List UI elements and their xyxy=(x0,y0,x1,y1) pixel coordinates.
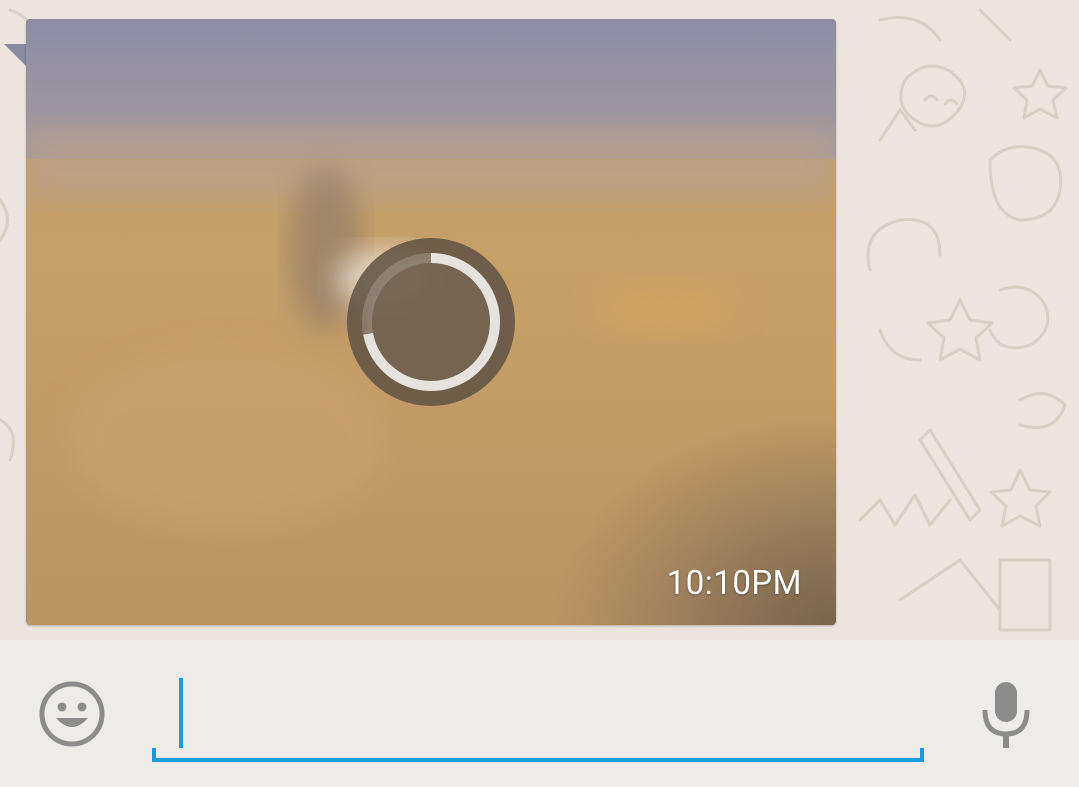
video-thumbnail[interactable]: 10:10PM xyxy=(26,19,836,625)
emoji-button[interactable] xyxy=(38,680,106,748)
message-timestamp: 10:10PM xyxy=(666,564,802,603)
bubble-tail xyxy=(4,44,26,66)
input-underline-right-tick xyxy=(920,748,924,762)
message-composer xyxy=(0,640,1079,787)
text-caret xyxy=(179,678,183,748)
download-progress-spinner[interactable] xyxy=(344,235,518,409)
microphone-icon xyxy=(982,682,1030,748)
input-underline-left-tick xyxy=(152,748,156,762)
voice-message-button[interactable] xyxy=(976,680,1036,752)
smiley-face-icon xyxy=(39,681,105,747)
message-input-field[interactable] xyxy=(152,670,924,762)
message-input[interactable] xyxy=(188,678,892,750)
input-underline xyxy=(152,758,924,762)
chat-screen: 10:10PM xyxy=(0,0,1079,787)
